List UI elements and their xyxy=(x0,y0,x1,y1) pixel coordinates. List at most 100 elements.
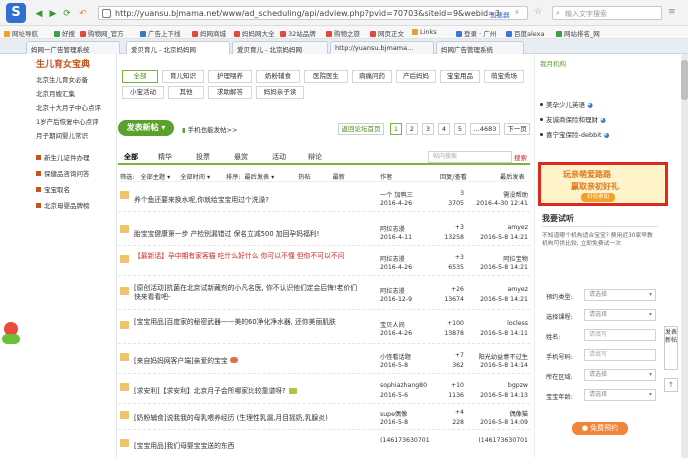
thread-last-user[interactable]: bgpzw xyxy=(473,382,528,389)
category-button[interactable]: 病痛问药 xyxy=(352,70,392,83)
thread-author[interactable]: 小怪看话题 xyxy=(380,352,411,361)
menu-icon[interactable]: ≡ xyxy=(668,7,676,17)
thread-last-user[interactable]: (146173630701 xyxy=(473,437,528,444)
filter-hot[interactable]: 热帖 xyxy=(298,174,310,181)
left-nav-item[interactable]: 月子期间婴儿常识 xyxy=(36,130,88,140)
thread-last-user[interactable]: 阿拉宝物 xyxy=(473,254,528,263)
fav-item[interactable]: 网址导航 xyxy=(4,28,38,38)
table-row[interactable]: 【最新话】孕中期有家客猫 吃什么好什么 你可以不懂 但你不可以不问 阿拉志漫 2… xyxy=(118,250,530,276)
back-to-top-icon[interactable]: ↑ xyxy=(664,378,678,392)
thread-title[interactable]: [求安利]【求安利】北京月子会所哪家比较靠谱呀? xyxy=(134,385,297,395)
forward-icon[interactable]: ▶ xyxy=(48,9,58,19)
browser-tab[interactable]: http://yuansu.bjmama... xyxy=(330,41,434,54)
left-nav-item[interactable]: 北京生儿育女必备 xyxy=(36,74,88,84)
tab-all[interactable]: 全部 xyxy=(124,152,138,162)
tab-vote[interactable]: 投票 xyxy=(196,152,210,162)
category-all[interactable]: 全部 xyxy=(122,70,158,83)
tab-debate[interactable]: 辩论 xyxy=(308,152,322,162)
category-button[interactable]: 护理喂养 xyxy=(208,70,252,83)
category-button[interactable]: 萌宝秀场 xyxy=(484,70,524,83)
category-button[interactable]: 求助解答 xyxy=(208,86,252,99)
thread-last-user[interactable]: amyez xyxy=(473,286,528,293)
thread-title[interactable]: [原创活动]抗菌在北京试新藏剂的小凡名医, 你不认识他们定会后悔!老价们快来看看… xyxy=(134,284,360,302)
thread-author[interactable]: 一个 加鸭三 xyxy=(380,190,413,199)
left-nav-item[interactable]: 北京十大月子中心点评 xyxy=(36,102,101,112)
thread-title[interactable]: 养个鱼还要来换水呢,你就给宝宝用过个洗澡? xyxy=(134,194,269,204)
thread-title[interactable]: [来自妈妈网客户端]亲爱的宝宝 xyxy=(134,355,238,365)
thread-title[interactable]: [宝宝用品]我们母婴宝宝送的东西 xyxy=(134,440,234,450)
thread-search-button[interactable]: 搜索 xyxy=(514,152,527,162)
browser-logo[interactable]: S xyxy=(6,3,26,23)
institution-link[interactable]: 美孕少儿英语 ◕ xyxy=(540,99,593,109)
star-icon[interactable]: ☆ xyxy=(534,7,542,17)
address-bar[interactable]: http://yuansu.bjmama.net/www/ad_scheduli… xyxy=(98,6,528,20)
next-page-button[interactable]: 下一页 xyxy=(504,123,530,135)
fav-item[interactable]: 32站品牌 xyxy=(280,28,316,38)
undo-icon[interactable]: ↶ xyxy=(78,9,88,19)
thread-last-user[interactable]: 阳光幼益意不过生 xyxy=(473,352,529,361)
filter-new[interactable]: 最新 xyxy=(333,174,345,181)
course-select[interactable]: 请选择 xyxy=(584,309,656,321)
fav-item[interactable]: 百度alexa xyxy=(506,28,545,38)
fav-item[interactable]: 购物之旅 xyxy=(326,28,360,38)
thread-last-user[interactable]: locless xyxy=(473,320,528,327)
thread-author[interactable]: sophiazhang80 xyxy=(380,382,427,389)
page-button-current[interactable]: 1 xyxy=(390,123,402,135)
page-button[interactable]: 4 xyxy=(438,123,450,135)
table-row[interactable]: [宝宝用品]我们母婴宝宝送的东西 (146173630701 (14617363… xyxy=(118,434,530,456)
thread-author[interactable]: (146173630701 xyxy=(380,437,430,444)
floating-sticker-icon[interactable] xyxy=(0,318,22,348)
fav-item[interactable]: 广告上下线 xyxy=(140,28,181,38)
filter-time-dropdown[interactable]: 全部时间 xyxy=(180,174,205,181)
accelerator-link[interactable]: 加速器 xyxy=(490,9,510,19)
thread-title[interactable]: 胎宝宝健康第一步 产检别漏错过 保名立减500 加回孕妈福利! xyxy=(134,228,319,238)
floating-post-button[interactable]: 发表新帖 xyxy=(664,326,678,370)
free-appointment-button[interactable]: ● 免费预约 xyxy=(572,422,628,435)
table-row[interactable]: [求安利]【求安利】北京月子会所哪家比较靠谱呀? sophiazhang80 2… xyxy=(118,378,530,404)
mobile-post-link[interactable]: ▮ 手机也能发帖>> xyxy=(182,124,238,134)
category-button[interactable]: 小宝活动 xyxy=(122,86,164,99)
fav-item[interactable]: 妈网商城 xyxy=(192,28,226,38)
fav-item[interactable]: 登录 · 广州 xyxy=(456,28,496,38)
category-button[interactable]: 奶粉辅食 xyxy=(256,70,300,83)
post-new-thread-button[interactable]: 发表新帖 ▾ xyxy=(118,120,174,136)
browser-tab[interactable]: 妈网一广告管理系统 xyxy=(26,41,120,54)
table-row[interactable]: 养个鱼还要来换水呢,你就给宝宝用过个洗澡? 一个 加鸭三 2016-4-26 3… xyxy=(118,186,530,212)
thread-author[interactable]: 阿拉志漫 xyxy=(380,286,405,295)
table-row[interactable]: [来自妈妈网客户端]亲爱的宝宝 小怪看话题 2016-5-8 +7 362 阳光… xyxy=(118,348,530,374)
fav-item[interactable]: 好搜 xyxy=(54,28,75,38)
browser-tab[interactable]: 爱贝育儿 - 北京妈妈网 xyxy=(232,41,328,54)
left-nav-item[interactable]: 1岁产后恢复中心点评 xyxy=(36,116,99,126)
left-nav-item[interactable]: 北京月嫂汇集 xyxy=(36,88,75,98)
thread-search-input[interactable]: 帖内搜索 xyxy=(428,151,512,163)
category-button[interactable]: 医院医生 xyxy=(304,70,348,83)
thread-title[interactable]: [宝宝用品]百度家的秘密武器——美的60净化净水器, 还你美丽肌肤 xyxy=(134,318,360,327)
fav-item[interactable]: 购物网_官方 xyxy=(80,28,124,38)
page-button-last[interactable]: ...4683 xyxy=(470,123,500,135)
tab-digest[interactable]: 精华 xyxy=(158,152,172,162)
table-row[interactable]: [宝宝用品]百度家的秘密武器——美的60净化净水器, 还你美丽肌肤 宝贝人间 2… xyxy=(118,316,530,344)
fav-item[interactable]: 妈妈网大全 xyxy=(234,28,275,38)
name-input[interactable]: 请填写 xyxy=(584,329,656,341)
phone-input[interactable]: 请填写 xyxy=(584,349,656,361)
ad-button[interactable]: 扫码参加 xyxy=(581,193,615,202)
browser-search-box[interactable]: ⌕ 输入文字搜索 xyxy=(552,6,662,20)
table-row[interactable]: [奶粉辅食]说我我的母乳喂养经历 (生理性乳漏,月目摇奶,乳腺炎) supe偶像… xyxy=(118,406,530,430)
left-nav-link[interactable]: 新生儿证件办理 xyxy=(36,152,90,162)
baby-age-select[interactable]: 请选择 xyxy=(584,389,656,401)
fav-item[interactable]: 网页正文 xyxy=(370,28,404,38)
tab-reward[interactable]: 悬赏 xyxy=(234,152,248,162)
area-select[interactable]: 请选择 xyxy=(584,369,656,381)
highlighted-ad-banner[interactable]: 玩亲萌爱路路 赢取亲初好礼 扫码参加 xyxy=(538,162,668,206)
category-button[interactable]: 产后妈妈 xyxy=(396,70,436,83)
left-nav-link[interactable]: 北京母婴品牌榜 xyxy=(36,200,90,210)
browser-tab[interactable]: 妈网广告管理系统 xyxy=(436,41,524,54)
category-button[interactable]: 妈妈亲子读 xyxy=(256,86,304,99)
institution-link[interactable]: 喜宁宝保险-debbit ◕ xyxy=(540,129,609,139)
filter-type-dropdown[interactable]: 全部主题 xyxy=(140,174,165,181)
thread-last-user[interactable]: amyez xyxy=(473,224,528,231)
scrollbar-thumb[interactable] xyxy=(681,60,688,100)
category-button[interactable]: 宝宝用品 xyxy=(440,70,480,83)
left-nav-link[interactable]: 保健品咨询问答 xyxy=(36,168,90,178)
sort-dropdown[interactable]: 最后发表 xyxy=(244,174,269,181)
